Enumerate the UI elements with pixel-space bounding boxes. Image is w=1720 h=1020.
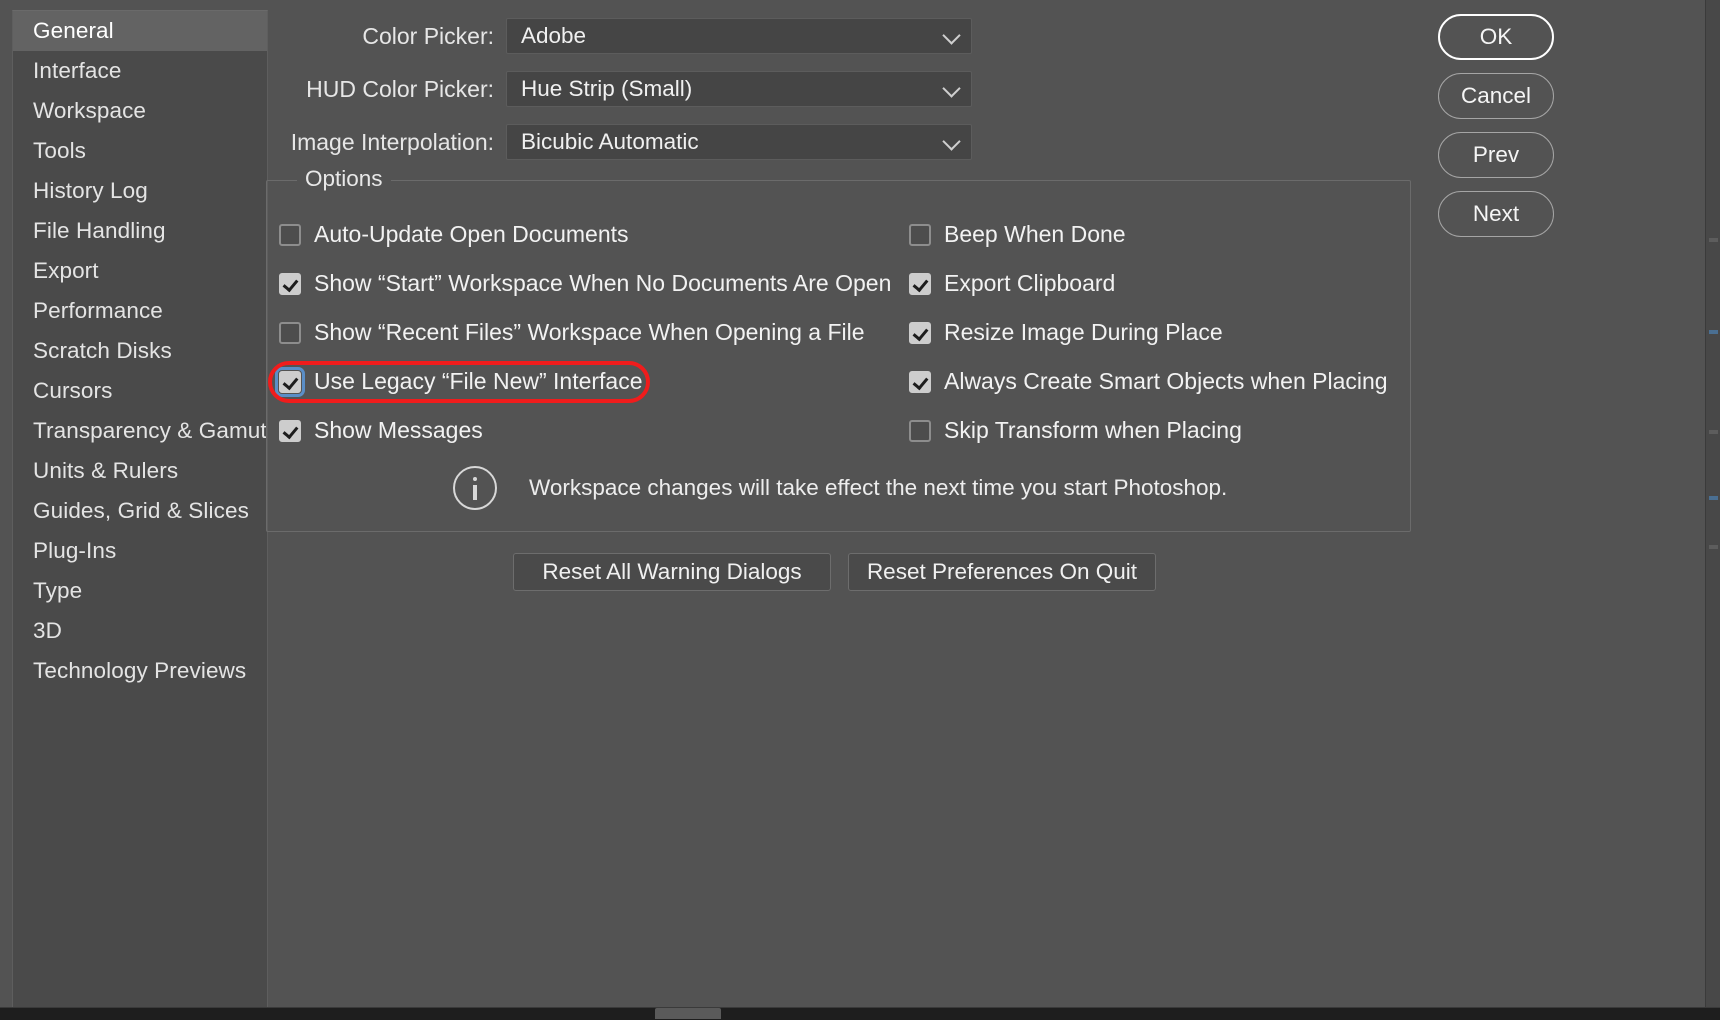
preferences-content: Color Picker:Adobe HUD Color Picker:Hue S…	[270, 0, 1430, 1020]
options-group: Options Auto-Update Open DocumentsShow “…	[266, 180, 1411, 532]
info-message-row: Workspace changes will take effect the n…	[453, 466, 1227, 510]
field-row: Color Picker:Adobe	[270, 18, 1430, 54]
sidebar-item-3d[interactable]: 3D	[13, 611, 267, 651]
field-row: HUD Color Picker:Hue Strip (Small)	[270, 71, 1430, 107]
checkbox-show-recent-files-workspace-when-opening-a-file[interactable]	[279, 322, 301, 344]
checkbox-row[interactable]: Show “Recent Files” Workspace When Openi…	[279, 319, 865, 346]
sidebar-item-units-rulers[interactable]: Units & Rulers	[13, 451, 267, 491]
checkbox-label: Show “Start” Workspace When No Documents…	[314, 270, 891, 297]
dialog-action-buttons: OK Cancel Prev Next	[1438, 14, 1554, 250]
prev-button[interactable]: Prev	[1438, 132, 1554, 178]
sliver-mark	[1709, 330, 1718, 334]
field-row: Image Interpolation:Bicubic Automatic	[270, 124, 1430, 160]
checkbox-show-start-workspace-when-no-documents-are-open[interactable]	[279, 273, 301, 295]
chevron-down-icon	[942, 26, 960, 44]
field-label: Color Picker:	[270, 23, 506, 50]
checkbox-row[interactable]: Show Messages	[279, 417, 483, 444]
sidebar-item-plug-ins[interactable]: Plug-Ins	[13, 531, 267, 571]
ok-button[interactable]: OK	[1438, 14, 1554, 60]
checkbox-label: Export Clipboard	[944, 270, 1115, 297]
background-app-sliver	[1705, 0, 1720, 1020]
sidebar-item-tools[interactable]: Tools	[13, 131, 267, 171]
next-button[interactable]: Next	[1438, 191, 1554, 237]
sliver-mark	[1709, 430, 1718, 434]
checkbox-label: Use Legacy “File New” Interface	[314, 368, 643, 395]
category-sidebar: GeneralInterfaceWorkspaceToolsHistory Lo…	[12, 10, 268, 1010]
checkbox-skip-transform-when-placing[interactable]	[909, 420, 931, 442]
checkbox-auto-update-open-documents[interactable]	[279, 224, 301, 246]
sidebar-item-general[interactable]: General	[13, 11, 267, 51]
sidebar-item-transparency-gamut[interactable]: Transparency & Gamut	[13, 411, 267, 451]
sidebar-item-file-handling[interactable]: File Handling	[13, 211, 267, 251]
checkbox-always-create-smart-objects-when-placing[interactable]	[909, 371, 931, 393]
sliver-mark	[1709, 496, 1718, 500]
sidebar-item-interface[interactable]: Interface	[13, 51, 267, 91]
field-label: HUD Color Picker:	[270, 76, 506, 103]
checkbox-row[interactable]: Export Clipboard	[909, 270, 1115, 297]
select-value: Adobe	[507, 23, 586, 49]
checkbox-label: Show Messages	[314, 417, 483, 444]
reset-preferences-on-quit-button[interactable]: Reset Preferences On Quit	[848, 553, 1156, 591]
sliver-mark	[1709, 238, 1718, 242]
info-message-text: Workspace changes will take effect the n…	[529, 475, 1227, 501]
checkbox-label: Skip Transform when Placing	[944, 417, 1242, 444]
checkbox-row[interactable]: Skip Transform when Placing	[909, 417, 1242, 444]
sidebar-item-technology-previews[interactable]: Technology Previews	[13, 651, 267, 691]
bottom-strip	[0, 1008, 1720, 1020]
chevron-down-icon	[942, 79, 960, 97]
checkbox-row[interactable]: Always Create Smart Objects when Placing	[909, 368, 1388, 395]
sidebar-item-guides-grid-slices[interactable]: Guides, Grid & Slices	[13, 491, 267, 531]
checkbox-row[interactable]: Resize Image During Place	[909, 319, 1223, 346]
reset-all-warning-dialogs-button[interactable]: Reset All Warning Dialogs	[513, 553, 831, 591]
select-hud-color-picker[interactable]: Hue Strip (Small)	[506, 71, 972, 107]
checkbox-label: Auto-Update Open Documents	[314, 221, 629, 248]
sidebar-item-cursors[interactable]: Cursors	[13, 371, 267, 411]
checkbox-row[interactable]: Auto-Update Open Documents	[279, 221, 629, 248]
checkbox-row[interactable]: Beep When Done	[909, 221, 1126, 248]
options-legend: Options	[297, 166, 391, 192]
checkbox-row[interactable]: Use Legacy “File New” Interface	[279, 368, 643, 395]
preferences-dialog: GeneralInterfaceWorkspaceToolsHistory Lo…	[0, 0, 1720, 1020]
select-value: Bicubic Automatic	[507, 129, 699, 155]
sliver-mark	[1709, 545, 1718, 549]
cancel-button[interactable]: Cancel	[1438, 73, 1554, 119]
field-label: Image Interpolation:	[270, 129, 506, 156]
checkbox-label: Beep When Done	[944, 221, 1126, 248]
checkbox-export-clipboard[interactable]	[909, 273, 931, 295]
checkbox-label: Show “Recent Files” Workspace When Openi…	[314, 319, 865, 346]
checkbox-resize-image-during-place[interactable]	[909, 322, 931, 344]
select-value: Hue Strip (Small)	[507, 76, 692, 102]
checkbox-use-legacy-file-new-interface[interactable]	[279, 371, 301, 393]
select-color-picker[interactable]: Adobe	[506, 18, 972, 54]
checkbox-show-messages[interactable]	[279, 420, 301, 442]
sidebar-item-history-log[interactable]: History Log	[13, 171, 267, 211]
select-image-interpolation[interactable]: Bicubic Automatic	[506, 124, 972, 160]
resize-grip[interactable]	[655, 1008, 721, 1019]
chevron-down-icon	[942, 132, 960, 150]
checkbox-label: Resize Image During Place	[944, 319, 1223, 346]
checkbox-label: Always Create Smart Objects when Placing	[944, 368, 1388, 395]
info-icon	[453, 466, 497, 510]
sidebar-item-export[interactable]: Export	[13, 251, 267, 291]
sidebar-item-type[interactable]: Type	[13, 571, 267, 611]
sidebar-item-scratch-disks[interactable]: Scratch Disks	[13, 331, 267, 371]
checkbox-row[interactable]: Show “Start” Workspace When No Documents…	[279, 270, 891, 297]
checkbox-beep-when-done[interactable]	[909, 224, 931, 246]
sidebar-item-workspace[interactable]: Workspace	[13, 91, 267, 131]
sidebar-item-performance[interactable]: Performance	[13, 291, 267, 331]
